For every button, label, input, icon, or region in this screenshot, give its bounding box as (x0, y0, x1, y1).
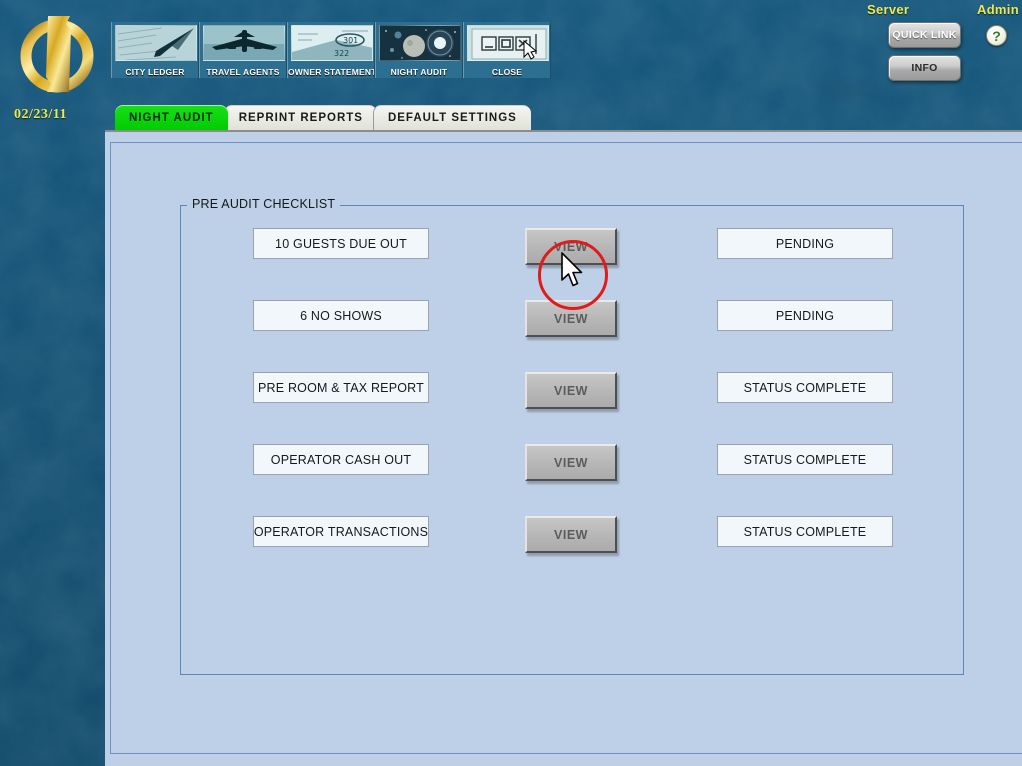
toolbar-label: OWNER STATEMENTS (288, 67, 375, 77)
checklist-item-label: 10 GUESTS DUE OUT (253, 228, 429, 259)
svg-text:301: 301 (343, 36, 358, 45)
tab-bar: NIGHT AUDIT REPRINT REPORTS DEFAULT SETT… (115, 104, 531, 130)
view-button-row-4[interactable]: VIEW (525, 444, 617, 481)
group-title: PRE AUDIT CHECKLIST (187, 197, 341, 211)
pre-audit-checklist-group: PRE AUDIT CHECKLIST 10 GUESTS DUE OUT VI… (180, 197, 965, 675)
toolbar-button-city-ledger[interactable]: CITY LEDGER (111, 22, 199, 78)
view-button-row-1[interactable]: VIEW (525, 228, 617, 265)
table-row: OPERATOR TRANSACTIONS VIEW STATUS COMPLE… (181, 516, 965, 553)
toolbar-button-travel-agents[interactable]: TRAVEL AGENTS (199, 22, 287, 78)
tab-reprint-reports[interactable]: REPRINT REPORTS (223, 105, 377, 130)
checklist-item-label: OPERATOR TRANSACTIONS (253, 516, 429, 547)
business-date-label: 02/23/11 (14, 107, 68, 122)
admin-caption: Admin (977, 2, 1019, 17)
toolbar-label: TRAVEL AGENTS (206, 67, 280, 77)
main-content-panel: PRE AUDIT CHECKLIST 10 GUESTS DUE OUT VI… (105, 130, 1022, 766)
checklist-item-label: PRE ROOM & TAX REPORT (253, 372, 429, 403)
checklist-item-label: 6 NO SHOWS (253, 300, 429, 331)
status-badge: STATUS COMPLETE (717, 516, 893, 547)
status-badge: PENDING (717, 228, 893, 259)
status-badge: STATUS COMPLETE (717, 372, 893, 403)
status-badge: PENDING (717, 300, 893, 331)
checklist-item-label: OPERATOR CASH OUT (253, 444, 429, 475)
icon-toolbar: CITY LEDGER TRAVEL AGENTS 301 322 OWNER … (111, 22, 551, 78)
toolbar-label: CLOSE (491, 67, 523, 77)
toolbar-label: NIGHT AUDIT (390, 67, 448, 77)
view-button-row-5[interactable]: VIEW (525, 516, 617, 553)
info-button[interactable]: INFO (888, 55, 961, 81)
panel-inner-frame: PRE AUDIT CHECKLIST 10 GUESTS DUE OUT VI… (110, 142, 1022, 754)
status-badge: STATUS COMPLETE (717, 444, 893, 475)
view-button-row-3[interactable]: VIEW (525, 372, 617, 409)
svg-text:322: 322 (334, 49, 349, 58)
quick-link-button[interactable]: QUICK LINK (888, 22, 961, 48)
table-row: OPERATOR CASH OUT VIEW STATUS COMPLETE (181, 444, 965, 481)
help-question-icon[interactable]: ? (986, 25, 1007, 46)
statement-icon: 301 322 (291, 25, 373, 61)
pen-on-ledger-icon (115, 25, 197, 61)
toolbar-button-owner-statements[interactable]: 301 322 OWNER STATEMENTS (287, 22, 375, 78)
table-row: 10 GUESTS DUE OUT VIEW PENDING (181, 228, 965, 265)
toolbar-label: CITY LEDGER (125, 67, 185, 77)
table-row: 6 NO SHOWS VIEW PENDING (181, 300, 965, 337)
night-sky-icon (379, 25, 461, 61)
company-logo-icon (20, 16, 94, 93)
toolbar-button-close[interactable]: CLOSE (463, 22, 551, 78)
app-header: CITY LEDGER TRAVEL AGENTS 301 322 OWNER … (0, 0, 1022, 132)
tab-night-audit[interactable]: NIGHT AUDIT (115, 105, 228, 130)
tab-default-settings[interactable]: DEFAULT SETTINGS (372, 105, 531, 130)
view-button-row-2[interactable]: VIEW (525, 300, 617, 337)
airplane-icon (203, 25, 285, 61)
table-row: PRE ROOM & TAX REPORT VIEW STATUS COMPLE… (181, 372, 965, 409)
server-caption: Server (867, 2, 910, 17)
window-controls-icon (467, 25, 549, 61)
toolbar-button-night-audit[interactable]: NIGHT AUDIT (375, 22, 463, 78)
